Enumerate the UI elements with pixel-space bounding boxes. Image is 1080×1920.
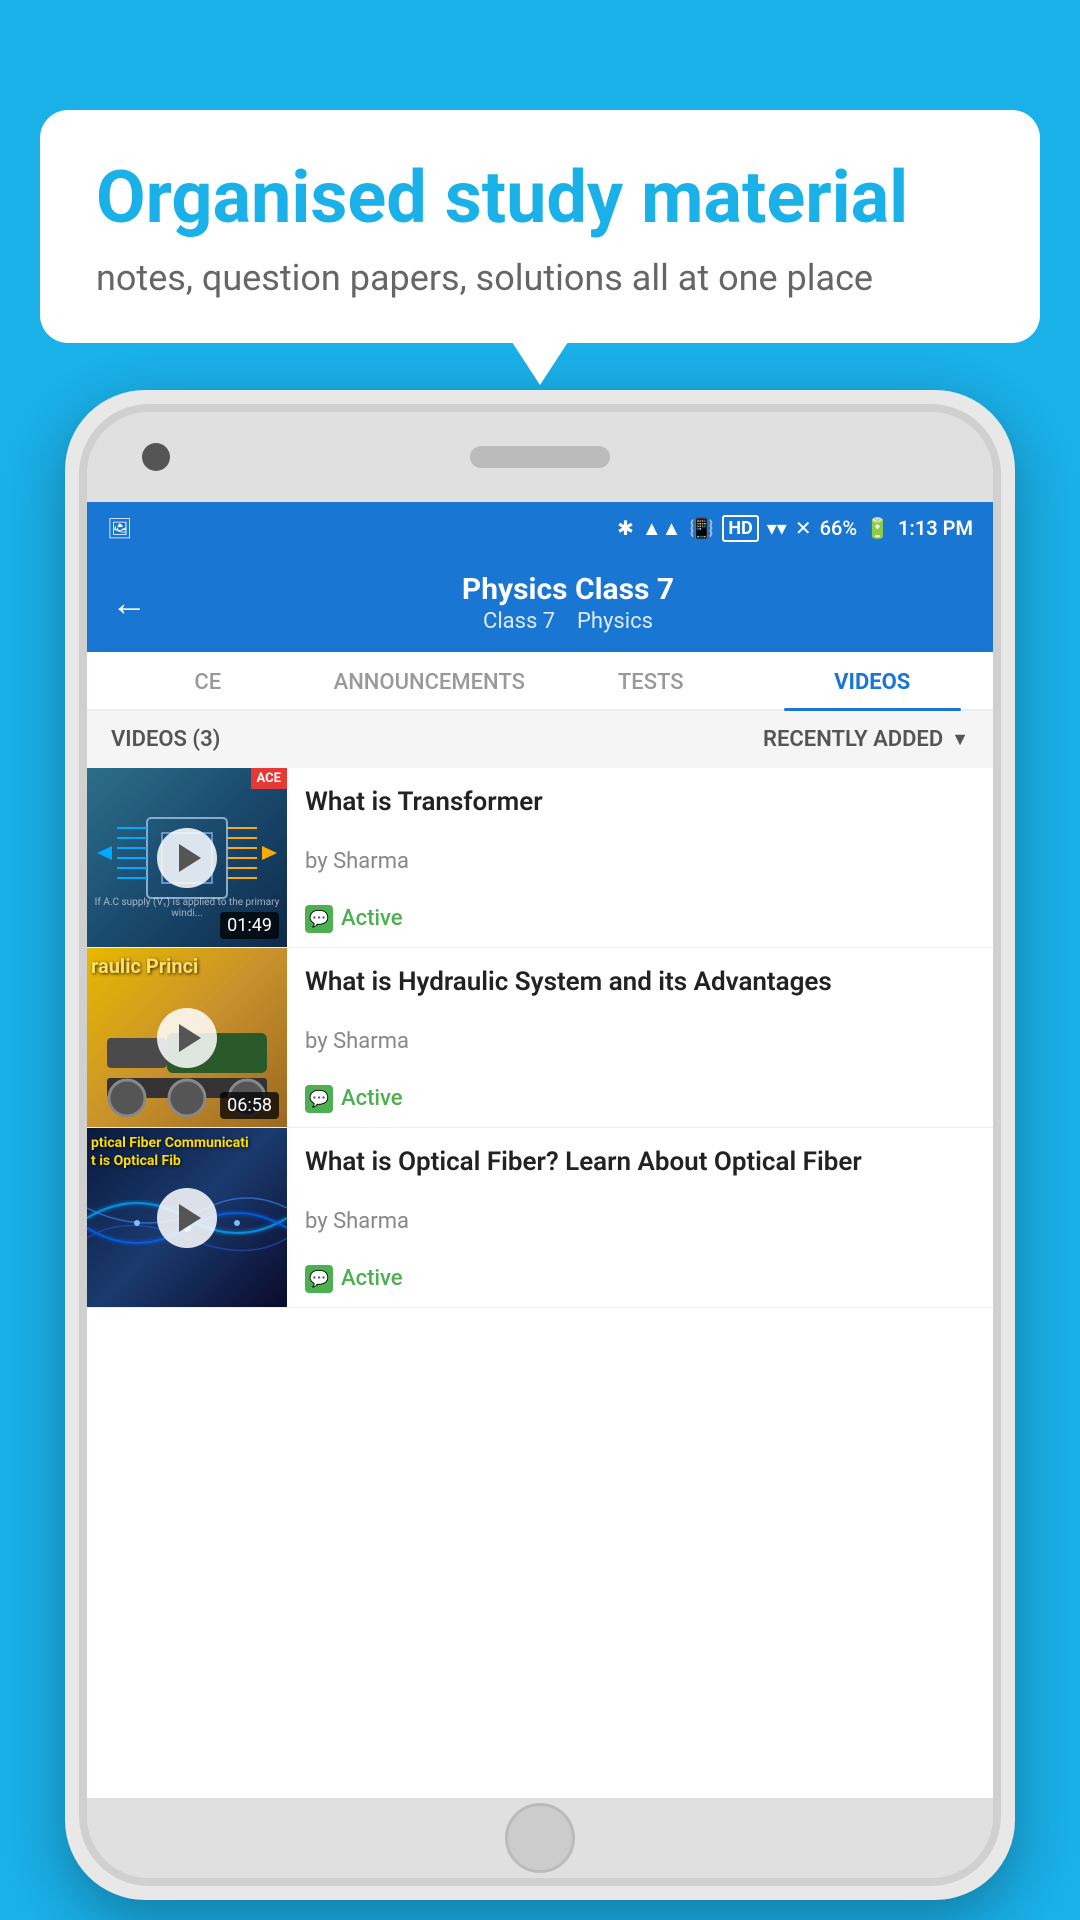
- status-label-1: Active: [341, 906, 403, 931]
- video-thumbnail-2: raulic Princi: [87, 948, 287, 1127]
- screen: 🖼 ✱ ▲▲ 📳 HD ▾▾ ✕ 66% 🔋 1:13 PM: [87, 502, 993, 1798]
- bubble-subtitle: notes, question papers, solutions all at…: [96, 257, 984, 299]
- thumbnail-overlay-3: [87, 1128, 287, 1307]
- home-button-area: [87, 1798, 993, 1878]
- subtitle-class: Class 7: [483, 609, 555, 634]
- status-bar: 🖼 ✱ ▲▲ 📳 HD ▾▾ ✕ 66% 🔋 1:13 PM: [87, 502, 993, 554]
- chevron-down-icon: ▼: [951, 729, 969, 750]
- tab-videos[interactable]: VIDEOS: [762, 652, 984, 709]
- video-duration-2: 06:58: [220, 1092, 279, 1119]
- battery-icon: 🔋: [865, 516, 890, 540]
- filter-bar: VIDEOS (3) RECENTLY ADDED ▼: [87, 711, 993, 768]
- app-bar: ← Physics Class 7 Class 7 Physics: [87, 554, 993, 652]
- tab-ce[interactable]: CE: [97, 652, 319, 709]
- video-thumbnail-3: ptical Fiber Communicatit is Optical Fib: [87, 1128, 287, 1307]
- chat-icon-3: 💬: [305, 1265, 333, 1293]
- subtitle-subject: Physics: [577, 609, 653, 634]
- photo-icon: 🖼: [107, 516, 132, 540]
- video-info-1: What is Transformer by Sharma 💬 Active: [287, 768, 993, 947]
- video-author-2: by Sharma: [305, 1029, 975, 1054]
- bluetooth-icon: ✱: [617, 516, 634, 540]
- play-button-1[interactable]: [157, 828, 217, 888]
- app-bar-main-title: Physics Class 7: [167, 572, 969, 607]
- app-bar-subtitle: Class 7 Physics: [167, 609, 969, 634]
- play-triangle-3: [179, 1204, 201, 1232]
- phone-top-bar: [87, 412, 993, 502]
- home-button[interactable]: [505, 1803, 575, 1873]
- video-thumbnail-1: ACE: [87, 768, 287, 947]
- sort-label: RECENTLY ADDED: [763, 727, 943, 752]
- phone-mockup: 🖼 ✱ ▲▲ 📳 HD ▾▾ ✕ 66% 🔋 1:13 PM: [65, 390, 1015, 1900]
- status-label-2: Active: [341, 1086, 403, 1111]
- video-count: VIDEOS (3): [111, 727, 220, 752]
- status-left: 🖼: [107, 516, 132, 540]
- play-button-2[interactable]: [157, 1008, 217, 1068]
- speaker-slot: [470, 446, 610, 468]
- video-title-2: What is Hydraulic System and its Advanta…: [305, 966, 975, 1000]
- video-status-2: 💬 Active: [305, 1085, 975, 1113]
- video-title-3: What is Optical Fiber? Learn About Optic…: [305, 1146, 975, 1180]
- bubble-title: Organised study material: [96, 158, 984, 237]
- sort-button[interactable]: RECENTLY ADDED ▼: [763, 727, 969, 752]
- wifi-icon: ▾▾: [767, 516, 787, 540]
- signal-icon: ▲▲: [642, 516, 682, 541]
- time-display: 1:13 PM: [898, 516, 973, 540]
- video-title-1: What is Transformer: [305, 786, 975, 820]
- video-list: ACE: [87, 768, 993, 1308]
- app-bar-titles: Physics Class 7 Class 7 Physics: [167, 572, 969, 634]
- back-button[interactable]: ←: [111, 582, 147, 624]
- tab-announcements[interactable]: ANNOUNCEMENTS: [319, 652, 541, 709]
- play-button-3[interactable]: [157, 1188, 217, 1248]
- video-item-2[interactable]: raulic Princi: [87, 948, 993, 1128]
- chat-icon-1: 💬: [305, 905, 333, 933]
- video-info-2: What is Hydraulic System and its Advanta…: [287, 948, 993, 1127]
- status-right: ✱ ▲▲ 📳 HD ▾▾ ✕ 66% 🔋 1:13 PM: [617, 515, 973, 542]
- network-icon: ✕: [795, 516, 812, 540]
- speech-bubble: Organised study material notes, question…: [40, 110, 1040, 343]
- video-item[interactable]: ACE: [87, 768, 993, 948]
- hd-label: HD: [722, 515, 758, 542]
- battery-pct: 66%: [820, 516, 857, 540]
- play-triangle-2: [179, 1024, 201, 1052]
- video-status-3: 💬 Active: [305, 1265, 975, 1293]
- vibrate-icon: 📳: [689, 516, 714, 540]
- video-duration-1: 01:49: [220, 912, 279, 939]
- status-label-3: Active: [341, 1266, 403, 1291]
- video-status-1: 💬 Active: [305, 905, 975, 933]
- tab-tests[interactable]: TESTS: [540, 652, 762, 709]
- tab-bar: CE ANNOUNCEMENTS TESTS VIDEOS: [87, 652, 993, 711]
- video-author-1: by Sharma: [305, 849, 975, 874]
- video-item-3[interactable]: ptical Fiber Communicatit is Optical Fib: [87, 1128, 993, 1308]
- camera: [142, 443, 170, 471]
- chat-icon-2: 💬: [305, 1085, 333, 1113]
- play-triangle: [179, 844, 201, 872]
- video-info-3: What is Optical Fiber? Learn About Optic…: [287, 1128, 993, 1307]
- video-author-3: by Sharma: [305, 1209, 975, 1234]
